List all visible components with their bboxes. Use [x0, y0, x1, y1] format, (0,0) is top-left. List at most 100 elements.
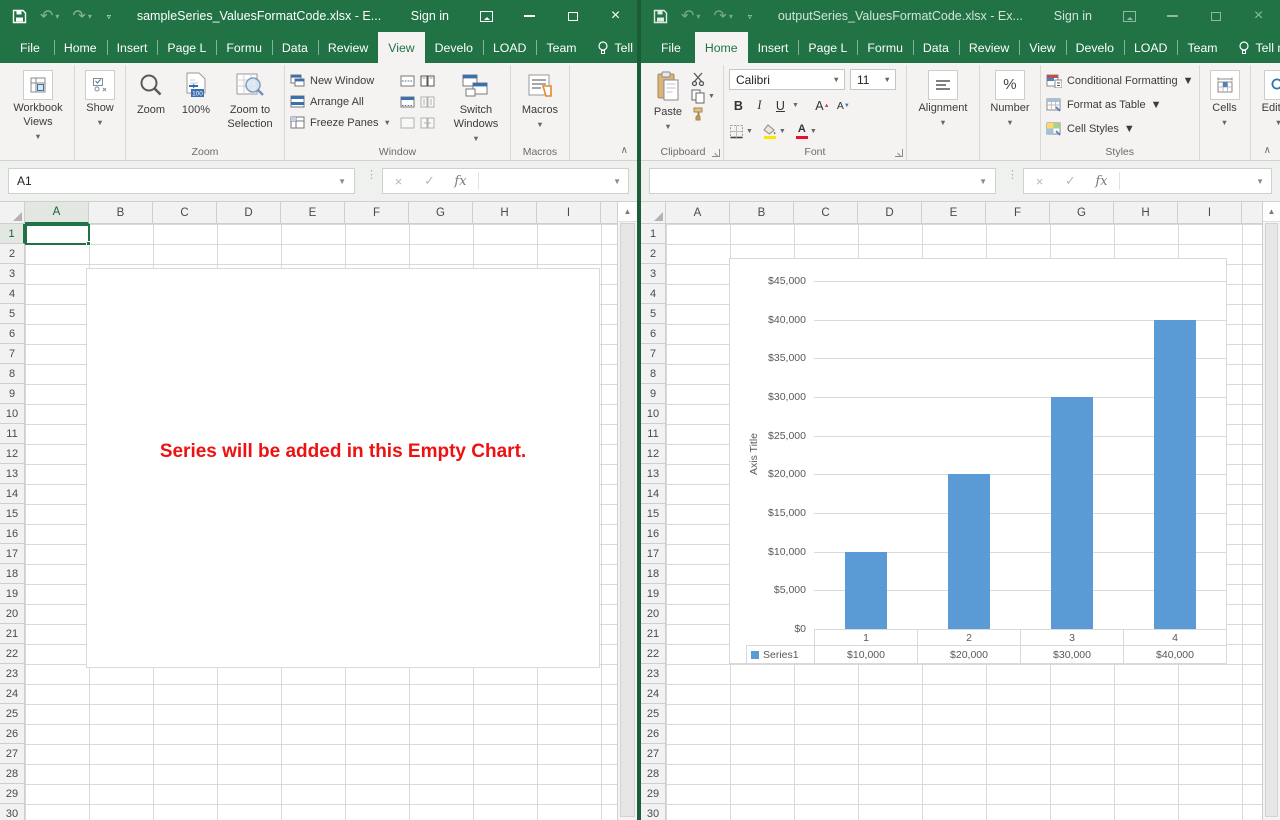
save-icon[interactable] — [653, 9, 668, 24]
row-header-29[interactable]: 29 — [0, 784, 25, 804]
collapse-ribbon-button[interactable]: ∧ — [621, 145, 628, 156]
formula-bar-grip[interactable]: ⋮ — [366, 170, 377, 181]
embedded-bar-chart[interactable]: $45,000 $40,000 $35,000 $30,000 $25,000 $20,0… — [729, 258, 1227, 664]
cancel-formula-button[interactable]: × — [1024, 174, 1055, 189]
ribbon-tab-file[interactable]: File — [6, 32, 54, 63]
name-box-dropdown-icon[interactable]: ▼ — [330, 177, 354, 186]
paste-button[interactable]: Paste ▼ — [648, 68, 688, 133]
row-header-18[interactable]: 18 — [0, 564, 25, 584]
alignment-button[interactable]: Alignment ▼ — [912, 68, 974, 129]
row-header-1[interactable]: 1 — [0, 224, 25, 244]
ribbon-tab-team[interactable]: Team — [536, 32, 586, 63]
row-header-23[interactable]: 23 — [641, 664, 666, 684]
ribbon-display-options-button[interactable] — [465, 0, 508, 32]
ribbon-tab-view[interactable]: View — [1019, 32, 1065, 63]
new-window-button[interactable]: New Window — [290, 70, 391, 91]
number-button[interactable]: % Number ▼ — [985, 68, 1035, 129]
clipboard-dialog-launcher-icon[interactable] — [711, 149, 720, 157]
row-header-26[interactable]: 26 — [0, 724, 25, 744]
font-color-button[interactable]: A — [795, 124, 808, 139]
ribbon-display-options-button[interactable] — [1108, 0, 1151, 32]
row-header-6[interactable]: 6 — [0, 324, 25, 344]
row-header-7[interactable]: 7 — [641, 344, 666, 364]
copy-icon[interactable]: ▼ — [691, 89, 715, 104]
row-header-14[interactable]: 14 — [641, 484, 666, 504]
zoom-button[interactable]: Zoom — [131, 68, 171, 120]
column-header-B[interactable]: B — [730, 202, 794, 224]
ribbon-tab-data[interactable]: Data — [912, 32, 959, 63]
row-header-13[interactable]: 13 — [0, 464, 25, 484]
vertical-scrollbar-left[interactable]: ▲ — [617, 202, 637, 820]
conditional-formatting-button[interactable]: Conditional Formatting ▼ — [1046, 70, 1194, 92]
chart-bar[interactable] — [844, 551, 887, 629]
sign-in-link[interactable]: Sign in — [395, 9, 465, 23]
show-button[interactable]: Show ▼ — [80, 68, 120, 129]
hide-window-icon[interactable] — [400, 96, 415, 108]
cell-styles-button[interactable]: Cell Styles ▼ — [1046, 118, 1135, 140]
ribbon-tab-insert[interactable]: Insert — [748, 32, 799, 63]
enter-formula-button[interactable]: ✓ — [414, 173, 445, 189]
cancel-formula-button[interactable]: × — [383, 174, 414, 189]
underline-dropdown-icon[interactable]: ▼ — [792, 102, 799, 109]
row-header-5[interactable]: 5 — [641, 304, 666, 324]
select-all-corner[interactable] — [0, 202, 25, 224]
column-header-H[interactable]: H — [1114, 202, 1178, 224]
maximize-button[interactable] — [551, 0, 594, 32]
reset-window-position-icon[interactable] — [420, 117, 435, 129]
arrange-all-button[interactable]: Arrange All — [290, 91, 391, 112]
row-header-6[interactable]: 6 — [641, 324, 666, 344]
row-header-15[interactable]: 15 — [0, 504, 25, 524]
fill-handle[interactable] — [86, 241, 91, 246]
row-header-28[interactable]: 28 — [0, 764, 25, 784]
scrollbar-thumb[interactable] — [620, 223, 635, 817]
row-header-18[interactable]: 18 — [641, 564, 666, 584]
column-header-E[interactable]: E — [281, 202, 345, 224]
column-header-A[interactable]: A — [666, 202, 730, 224]
row-header-4[interactable]: 4 — [641, 284, 666, 304]
editing-button[interactable]: Editing ▼ — [1256, 68, 1280, 129]
row-header-27[interactable]: 27 — [0, 744, 25, 764]
ribbon-tab-develo[interactable]: Develo — [1065, 32, 1124, 63]
name-box[interactable]: A1 ▼ — [8, 168, 355, 194]
row-header-15[interactable]: 15 — [641, 504, 666, 524]
redo-button[interactable]: ↷ ▾ — [713, 6, 732, 26]
minimize-button[interactable] — [508, 0, 551, 32]
synchronous-scrolling-icon[interactable] — [420, 96, 435, 108]
column-header-C[interactable]: C — [794, 202, 858, 224]
ribbon-tab-review[interactable]: Review — [317, 32, 378, 63]
maximize-button[interactable] — [1194, 0, 1237, 32]
column-header-C[interactable]: C — [153, 202, 217, 224]
unhide-window-icon[interactable] — [400, 117, 415, 129]
row-header-30[interactable]: 30 — [641, 804, 666, 820]
ribbon-tab-file[interactable]: File — [647, 32, 695, 63]
row-header-17[interactable]: 17 — [641, 544, 666, 564]
row-header-21[interactable]: 21 — [641, 624, 666, 644]
bold-button[interactable]: B — [729, 95, 748, 116]
undo-button[interactable]: ↶ ▾ — [40, 6, 59, 26]
row-header-10[interactable]: 10 — [0, 404, 25, 424]
column-header-G[interactable]: G — [1050, 202, 1114, 224]
column-header-I[interactable]: I — [1178, 202, 1242, 224]
row-header-25[interactable]: 25 — [0, 704, 25, 724]
row-header-7[interactable]: 7 — [0, 344, 25, 364]
row-header-22[interactable]: 22 — [0, 644, 25, 664]
row-header-4[interactable]: 4 — [0, 284, 25, 304]
font-dialog-launcher-icon[interactable] — [894, 149, 903, 157]
formula-bar-grip[interactable]: ⋮ — [1007, 170, 1018, 181]
row-header-16[interactable]: 16 — [641, 524, 666, 544]
row-header-1[interactable]: 1 — [641, 224, 666, 244]
row-header-24[interactable]: 24 — [0, 684, 25, 704]
row-header-3[interactable]: 3 — [0, 264, 25, 284]
column-header-I[interactable]: I — [537, 202, 601, 224]
name-box[interactable]: ▼ — [649, 168, 996, 194]
column-header-G[interactable]: G — [409, 202, 473, 224]
row-header-28[interactable]: 28 — [641, 764, 666, 784]
row-header-9[interactable]: 9 — [0, 384, 25, 404]
insert-function-button[interactable]: fx — [445, 174, 476, 189]
ribbon-tab-team[interactable]: Team — [1177, 32, 1227, 63]
expand-formula-bar-icon[interactable]: ▼ — [1256, 177, 1271, 186]
redo-button[interactable]: ↷ ▾ — [72, 6, 91, 26]
select-all-corner[interactable] — [641, 202, 666, 224]
row-header-16[interactable]: 16 — [0, 524, 25, 544]
row-header-22[interactable]: 22 — [641, 644, 666, 664]
